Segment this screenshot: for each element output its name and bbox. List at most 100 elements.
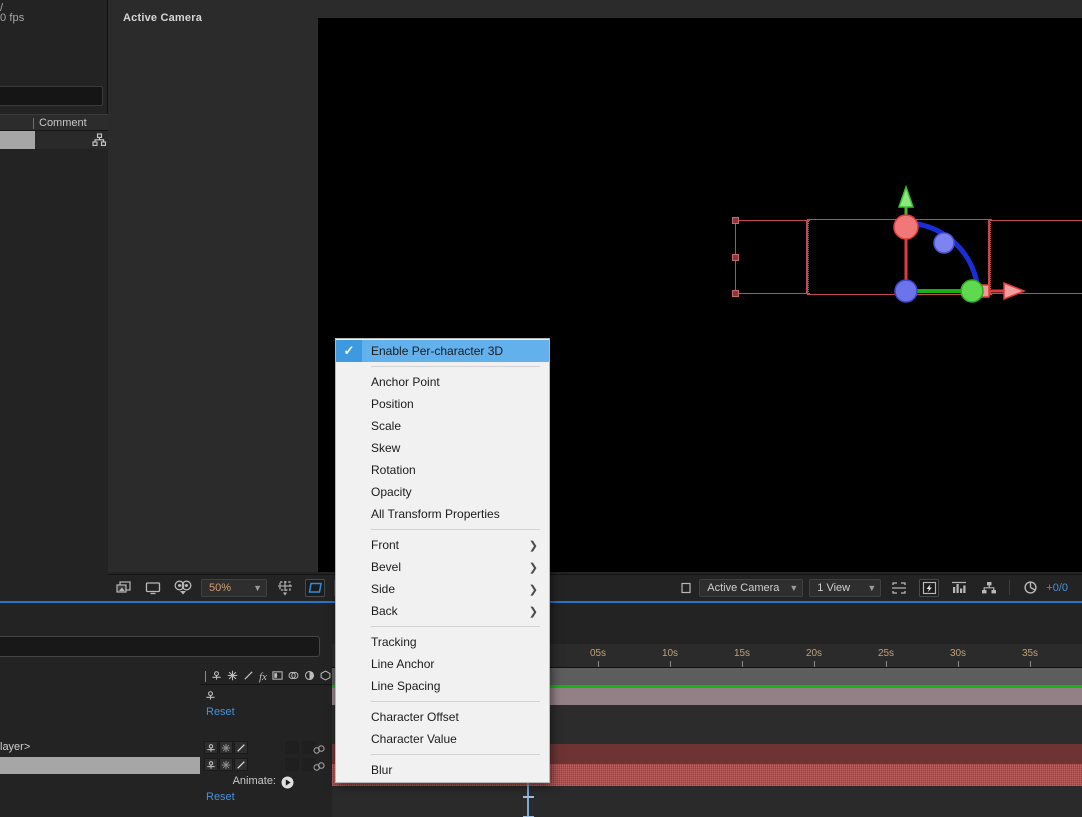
adjust-exposure-icon[interactable] (944, 575, 974, 601)
collapse-transform-icon[interactable] (219, 758, 233, 771)
timeline-row-reset-1[interactable]: Reset (0, 706, 332, 722)
chevron-down-icon: ▼ (253, 582, 262, 593)
timeline-row-animate[interactable]: Animate: (0, 775, 332, 791)
menu-item-label: Character Value (371, 732, 457, 746)
shy-icon[interactable] (204, 741, 218, 754)
resolution-icon[interactable] (671, 575, 696, 601)
menu-item-enable-per-character-3d[interactable]: ✓ Enable Per-character 3D (336, 340, 549, 362)
project-item-row[interactable] (0, 131, 108, 149)
bbox-handle-ml[interactable] (732, 254, 739, 261)
show-snapshot-icon[interactable] (138, 575, 168, 601)
layer-name-label[interactable]: layer> (0, 741, 30, 753)
dark-row-c[interactable] (332, 786, 1082, 804)
grid-guides-icon[interactable] (270, 575, 300, 601)
menu-gutter (336, 600, 362, 622)
menu-item-side[interactable]: Side ❯ (336, 578, 549, 600)
menu-item-line-anchor[interactable]: Line Anchor (336, 653, 549, 675)
menu-item-back[interactable]: Back ❯ (336, 600, 549, 622)
menu-item-label: Line Spacing (371, 679, 441, 693)
quality-icon[interactable] (234, 758, 248, 771)
exposure-offset-badge[interactable]: +0/0 (1042, 582, 1068, 594)
ruler-tick-label: 35s (1021, 648, 1039, 659)
ruler-tick-label: 30s (949, 648, 967, 659)
effects-icon[interactable]: fx (259, 671, 267, 683)
motion-blur-icon[interactable] (288, 668, 299, 686)
menu-item-skew[interactable]: Skew (336, 437, 549, 459)
row-shy-icon[interactable] (205, 688, 216, 706)
menu-gutter (336, 393, 362, 415)
camera-view-select[interactable]: Active Camera ▼ (699, 578, 804, 597)
quality-icon[interactable] (243, 668, 254, 686)
row-selection-highlight (0, 757, 200, 774)
collapse-transform-icon[interactable] (227, 668, 238, 686)
column-divider[interactable] (33, 118, 34, 129)
toolbar-divider (1009, 580, 1011, 595)
menu-item-tracking[interactable]: Tracking (336, 631, 549, 653)
transparency-grid-icon[interactable] (914, 575, 944, 601)
organize-icon[interactable] (92, 133, 107, 147)
ruler-tick-mark (1030, 661, 1031, 667)
menu-item-front[interactable]: Front ❯ (336, 534, 549, 556)
comp-flowchart-icon[interactable] (974, 575, 1004, 601)
layer-switch-group-1[interactable] (204, 741, 248, 754)
chevron-down-icon: ▼ (789, 582, 799, 593)
shy-icon[interactable] (204, 758, 218, 771)
chevron-right-icon: ❯ (528, 539, 538, 552)
menu-item-blur[interactable]: Blur (336, 759, 549, 781)
menu-gutter (336, 415, 362, 437)
project-preview-box (0, 86, 103, 106)
channel-rgb-icon[interactable] (168, 575, 198, 601)
reset-link-1[interactable]: Reset (206, 706, 235, 718)
toggle-mask-icon[interactable] (300, 575, 330, 601)
shy-icon[interactable] (211, 668, 222, 686)
timeline-row-layer[interactable]: layer> (0, 740, 332, 757)
take-snapshot-icon[interactable] (108, 575, 138, 601)
bbox-handle-tl[interactable] (732, 217, 739, 224)
timeline-row-reset-2[interactable]: Reset (0, 791, 332, 807)
project-item-selected[interactable] (0, 131, 35, 149)
menu-item-scale[interactable]: Scale (336, 415, 549, 437)
menu-item-character-offset[interactable]: Character Offset (336, 706, 549, 728)
reset-exposure-icon[interactable] (1015, 575, 1042, 601)
menu-separator (371, 366, 540, 367)
collapse-transform-icon[interactable] (219, 741, 233, 754)
menu-gutter (336, 759, 362, 781)
menu-item-label: Skew (371, 441, 401, 455)
menu-item-bevel[interactable]: Bevel ❯ (336, 556, 549, 578)
timeline-row-layer-selected[interactable] (0, 757, 332, 774)
frame-blend-icon[interactable] (272, 668, 283, 686)
comment-column-label[interactable]: Comment (39, 117, 87, 129)
animate-context-menu[interactable]: ✓ Enable Per-character 3D Anchor Point Posi… (335, 338, 550, 783)
bbox-handle-bl[interactable] (732, 290, 739, 297)
menu-item-position[interactable]: Position (336, 393, 549, 415)
chevron-right-icon: ❯ (528, 583, 538, 596)
menu-item-all-transform-properties[interactable]: All Transform Properties (336, 503, 549, 525)
zoom-level-value: 50% (209, 581, 232, 594)
layer-switch-group-2[interactable] (204, 758, 248, 771)
menu-item-label: Rotation (371, 463, 416, 477)
gizmo-origin-handle (894, 279, 918, 303)
ruler-tick-mark (670, 661, 671, 667)
menu-item-rotation[interactable]: Rotation (336, 459, 549, 481)
zoom-level-select[interactable]: 50% ▼ (201, 578, 267, 597)
timeline-row-parent[interactable] (0, 687, 332, 703)
adjustment-layer-icon[interactable] (304, 668, 315, 686)
region-of-interest-icon[interactable] (884, 575, 914, 601)
3d-transform-gizmo[interactable] (878, 163, 1028, 303)
project-item-list[interactable] (0, 149, 108, 572)
menu-item-anchor-point[interactable]: Anchor Point (336, 371, 549, 393)
composition-viewer-panel: Active Camera (108, 0, 1082, 572)
menu-item-label: Anchor Point (371, 375, 440, 389)
view-layout-select[interactable]: 1 View ▼ (809, 578, 882, 597)
menu-item-character-value[interactable]: Character Value (336, 728, 549, 750)
menu-gutter (336, 675, 362, 697)
menu-item-opacity[interactable]: Opacity (336, 481, 549, 503)
reset-link-2[interactable]: Reset (206, 791, 235, 803)
comp-tab-title[interactable]: Active Camera (123, 12, 202, 24)
chevron-down-icon: ▼ (867, 582, 877, 593)
3d-layer-icon[interactable] (320, 668, 331, 686)
dark-row-d[interactable] (332, 804, 1082, 817)
search-input[interactable] (0, 636, 320, 657)
quality-icon[interactable] (234, 741, 248, 754)
menu-item-line-spacing[interactable]: Line Spacing (336, 675, 549, 697)
